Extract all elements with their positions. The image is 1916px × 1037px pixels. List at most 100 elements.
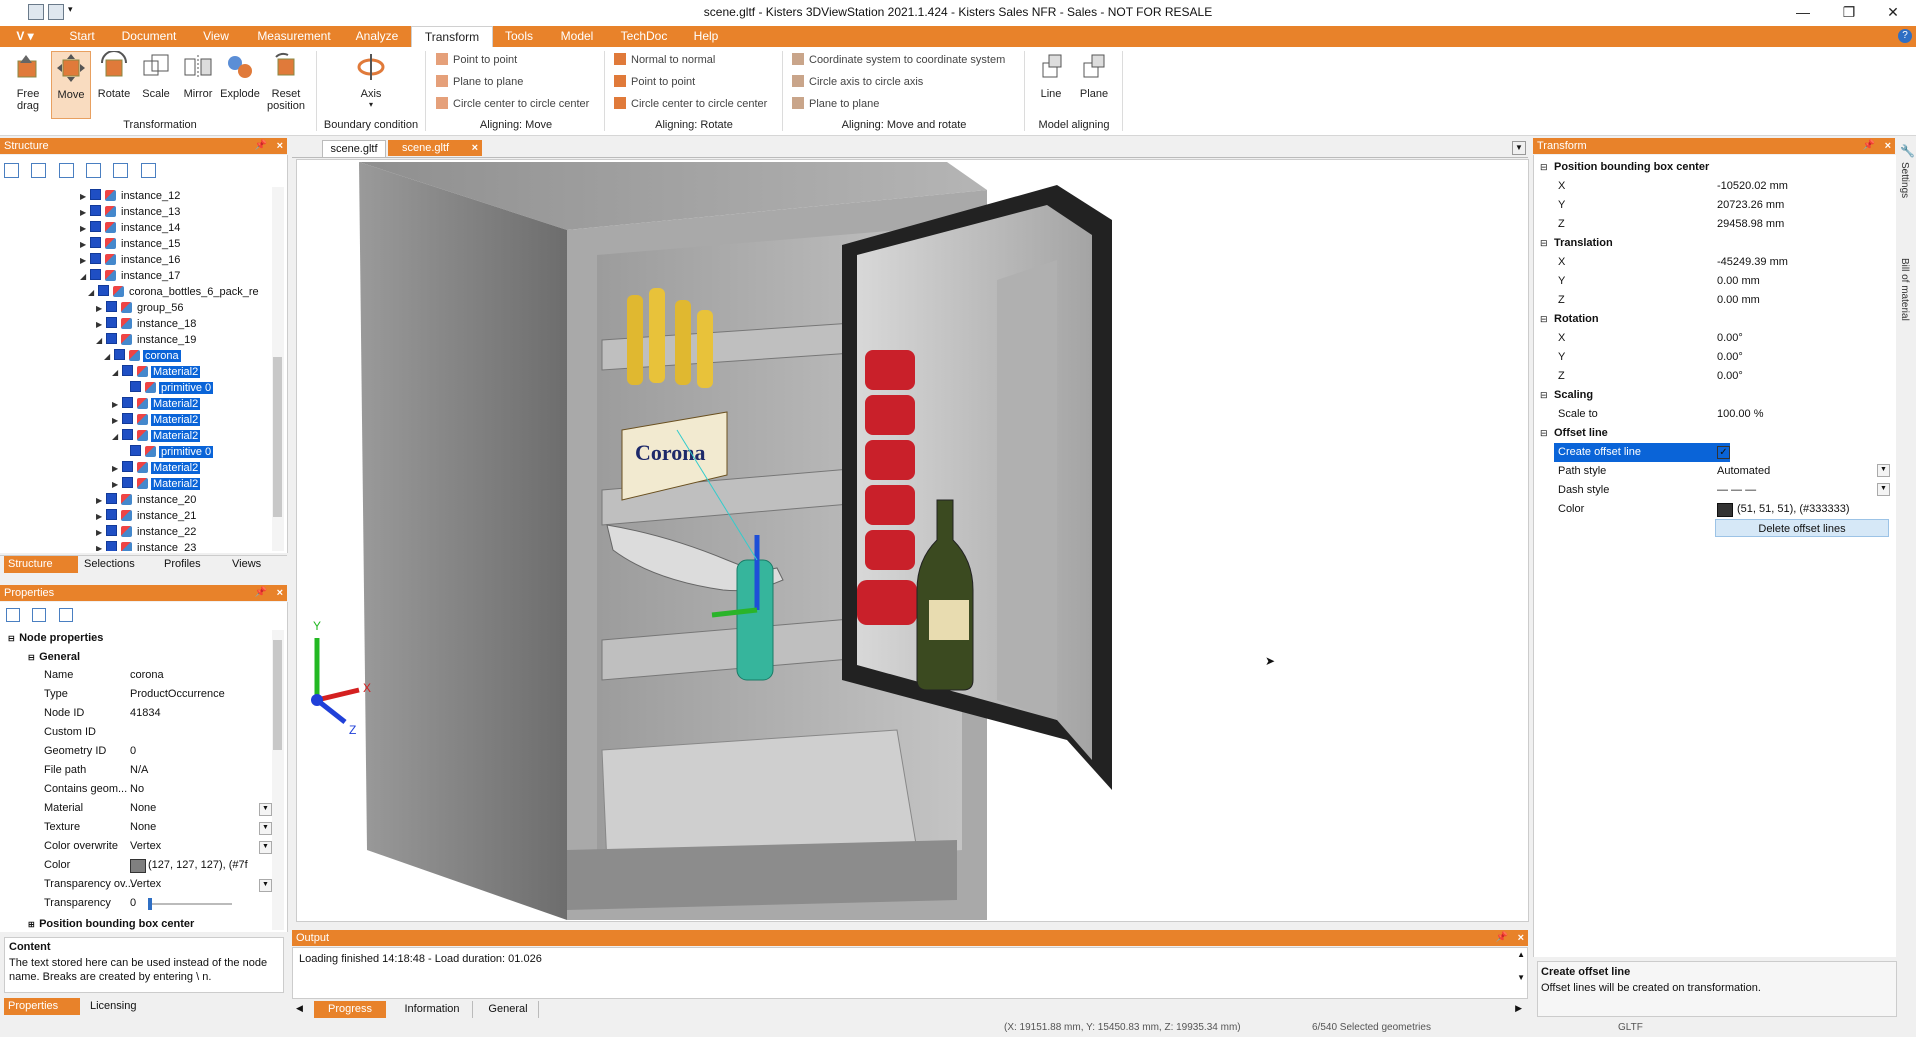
transform-row[interactable]: Y 0.00 mm (1534, 272, 1896, 291)
move-button[interactable]: Move (51, 51, 91, 119)
transform-row[interactable]: Y 20723.26 mm (1534, 196, 1896, 215)
transform-row[interactable]: Scale to 100.00 % (1534, 405, 1896, 424)
chevron-down-icon[interactable]: ▼ (259, 822, 272, 835)
expander-icon[interactable]: ▶ (96, 302, 106, 315)
transform-value[interactable]: 20723.26 mm (1717, 196, 1784, 215)
visibility-checkbox[interactable] (130, 381, 141, 392)
tree-node[interactable]: ◢ corona (104, 349, 181, 362)
expander-icon[interactable]: ◢ (104, 350, 114, 363)
side-tab-settings[interactable]: Settings (1899, 162, 1910, 198)
pin-icon[interactable]: 📌 (1496, 930, 1508, 946)
tab-view[interactable]: View (198, 26, 234, 47)
expander-icon[interactable]: ▶ (96, 526, 106, 539)
visibility-checkbox[interactable] (114, 349, 125, 360)
property-row[interactable]: Name corona (8, 668, 228, 684)
property-value[interactable]: No (130, 782, 144, 797)
tree-node[interactable]: ◢ Material2 (112, 365, 201, 379)
explode-button[interactable]: Explode (218, 51, 262, 100)
align-circle-axis[interactable]: Circle axis to circle axis (792, 75, 923, 88)
tab-properties[interactable]: Properties (4, 998, 80, 1015)
transform-section-header[interactable]: ⊟ Position bounding box center (1534, 158, 1896, 177)
tab-information[interactable]: Information (392, 1001, 473, 1018)
property-value[interactable]: N/A (130, 763, 148, 778)
close-icon[interactable]: × (472, 140, 478, 156)
visibility-checkbox[interactable] (106, 493, 117, 504)
close-icon[interactable]: × (277, 585, 283, 601)
expander-icon[interactable]: ▶ (112, 398, 122, 411)
close-icon[interactable]: × (1885, 138, 1891, 154)
app-menu-button[interactable]: V ▾ (10, 26, 40, 47)
property-row[interactable]: Transparency ov... Vertex ▼ (8, 877, 272, 893)
property-value[interactable]: 0 (130, 744, 136, 759)
expander-icon[interactable]: ◢ (112, 366, 122, 379)
tab-progress[interactable]: Progress (314, 1001, 386, 1018)
alphabetical-icon[interactable] (32, 608, 47, 622)
property-value[interactable]: None (130, 820, 156, 835)
properties-scrollbar[interactable] (272, 630, 284, 930)
minimize-button[interactable]: — (1780, 0, 1826, 26)
property-value[interactable]: Vertex (130, 839, 161, 854)
align-rotate-normal-to-normal[interactable]: Normal to normal (614, 53, 715, 66)
expander-icon[interactable]: ▶ (96, 318, 106, 331)
visibility-checkbox[interactable] (106, 541, 117, 551)
property-value[interactable]: 41834 (130, 706, 161, 721)
expander-icon[interactable]: ◢ (96, 334, 106, 347)
transform-value[interactable]: 0.00° (1717, 367, 1743, 386)
expander-icon[interactable]: ◢ (88, 286, 98, 299)
tab-general[interactable]: General (478, 1001, 539, 1018)
transform-row[interactable]: Color (51, 51, 51), (#333333) (1534, 500, 1896, 519)
properties-scrollbar-thumb[interactable] (273, 640, 282, 750)
transform-value[interactable]: -10520.02 mm (1717, 177, 1788, 196)
visibility-checkbox[interactable] (90, 205, 101, 216)
tree-node[interactable]: ▶ instance_13 (80, 205, 182, 218)
transform-section-header[interactable]: ⊟ Offset line (1534, 424, 1896, 443)
visibility-checkbox[interactable] (122, 429, 133, 440)
collapse-icon[interactable]: ⊟ (1540, 158, 1548, 177)
property-row[interactable]: Type ProductOccurrence (8, 687, 228, 703)
pin-icon[interactable]: 📌 (1863, 138, 1875, 154)
create-offset-line-checkbox[interactable]: ✓ (1717, 446, 1730, 459)
chevron-down-icon[interactable]: ▼ (259, 803, 272, 816)
expander-icon[interactable]: ◢ (80, 270, 90, 283)
rotate-button[interactable]: Rotate (94, 50, 134, 100)
tree-node[interactable]: ▶ instance_18 (96, 317, 198, 330)
tree-node[interactable]: ▶ instance_20 (96, 493, 198, 506)
tab-tools[interactable]: Tools (500, 26, 538, 47)
property-value[interactable]: Vertex (130, 877, 161, 892)
tree-node[interactable]: ▶ instance_14 (80, 221, 182, 234)
property-row[interactable]: Node ID 41834 (8, 706, 228, 722)
tree-node[interactable]: ▶ instance_21 (96, 509, 198, 522)
scale-button[interactable]: Scale (136, 51, 176, 100)
color-swatch[interactable] (1717, 503, 1733, 517)
visibility-checkbox[interactable] (106, 333, 117, 344)
property-row[interactable]: Geometry ID 0 (8, 744, 228, 760)
tree-node[interactable]: ▶ Material2 (112, 477, 201, 490)
visibility-checkbox[interactable] (106, 301, 117, 312)
property-value[interactable]: ProductOccurrence (130, 687, 225, 702)
transform-row[interactable]: X 0.00° (1534, 329, 1896, 348)
transform-value[interactable]: -45249.39 mm (1717, 253, 1788, 272)
visibility-checkbox[interactable] (98, 285, 109, 296)
node-properties-section[interactable]: ⊟ Node properties (8, 632, 103, 644)
visibility-checkbox[interactable] (106, 317, 117, 328)
scroll-left-icon[interactable]: ◀ (296, 1003, 303, 1014)
transparency-slider[interactable] (148, 898, 232, 910)
transform-section-header[interactable]: ⊟ Scaling (1534, 386, 1896, 405)
close-button[interactable]: ✕ (1870, 0, 1916, 26)
tab-analyze[interactable]: Analyze (352, 26, 402, 47)
visibility-checkbox[interactable] (90, 253, 101, 264)
transform-value[interactable]: (51, 51, 51), (#333333) (1737, 500, 1850, 519)
tab-transform[interactable]: Transform (411, 26, 493, 49)
expander-icon[interactable]: ▶ (80, 206, 90, 219)
property-row[interactable]: Material None ▼ (8, 801, 272, 817)
transform-section-header[interactable]: ⊟ Rotation (1534, 310, 1896, 329)
property-row[interactable]: File path N/A (8, 763, 228, 779)
visibility-checkbox[interactable] (122, 397, 133, 408)
visibility-checkbox[interactable] (90, 237, 101, 248)
3d-viewport[interactable]: Corona Y X Z ➤ (296, 159, 1529, 922)
help-icon[interactable]: ? (1898, 29, 1912, 43)
delete-offset-lines-button[interactable]: Delete offset lines (1715, 519, 1889, 537)
mirror-button[interactable]: Mirror (178, 51, 218, 100)
tree-node[interactable]: ◢ instance_17 (80, 269, 182, 282)
property-row[interactable]: Color (127, 127, 127), (#7f (8, 858, 248, 874)
